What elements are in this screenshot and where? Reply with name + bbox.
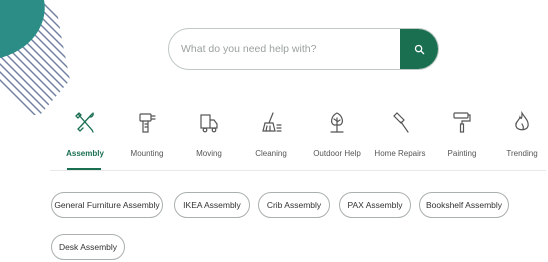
search-input[interactable]	[181, 29, 401, 69]
tab-label: Moving	[196, 149, 222, 158]
flame-icon	[515, 110, 529, 131]
tab-moving[interactable]: Moving	[174, 104, 244, 170]
tools-icon	[75, 112, 94, 133]
truck-icon	[200, 114, 218, 133]
paint-roller-icon	[453, 112, 471, 133]
chip-bookshelf-assembly[interactable]: Bookshelf Assembly	[419, 192, 509, 218]
tab-label: Mounting	[130, 149, 164, 158]
tab-assembly[interactable]: Assembly	[50, 104, 120, 170]
active-tab-indicator	[67, 168, 101, 170]
chip-crib-assembly[interactable]: Crib Assembly	[258, 192, 330, 218]
tabs-divider	[50, 170, 546, 171]
tab-label: Home Repairs	[374, 149, 426, 158]
broom-icon	[262, 112, 282, 132]
chip-pax-assembly[interactable]: PAX Assembly	[339, 192, 411, 218]
chip-general-furniture-assembly[interactable]: General Furniture Assembly	[51, 192, 163, 218]
tab-label: Painting	[447, 149, 477, 158]
search-bar	[168, 28, 439, 70]
tab-label: Trending	[506, 149, 538, 158]
decorative-corner-graphic	[0, 0, 70, 115]
chip-desk-assembly[interactable]: Desk Assembly	[51, 234, 125, 260]
category-tabs: Assembly Mounting Moving Cleaning Outdoo…	[50, 104, 546, 174]
search-icon	[414, 44, 424, 54]
tab-home-repairs[interactable]: Home Repairs	[365, 104, 435, 170]
drill-icon	[139, 113, 156, 133]
search-button[interactable]	[400, 29, 438, 69]
tab-trending[interactable]: Trending	[487, 104, 548, 170]
tab-label: Cleaning	[255, 149, 287, 158]
tab-label: Assembly	[66, 149, 104, 158]
tree-icon	[330, 112, 344, 133]
tab-outdoor-help[interactable]: Outdoor Help	[302, 104, 372, 170]
tab-cleaning[interactable]: Cleaning	[236, 104, 306, 170]
hammer-icon	[393, 112, 409, 133]
chip-ikea-assembly[interactable]: IKEA Assembly	[174, 192, 250, 218]
tab-label: Outdoor Help	[313, 149, 361, 158]
tab-mounting[interactable]: Mounting	[112, 104, 182, 170]
